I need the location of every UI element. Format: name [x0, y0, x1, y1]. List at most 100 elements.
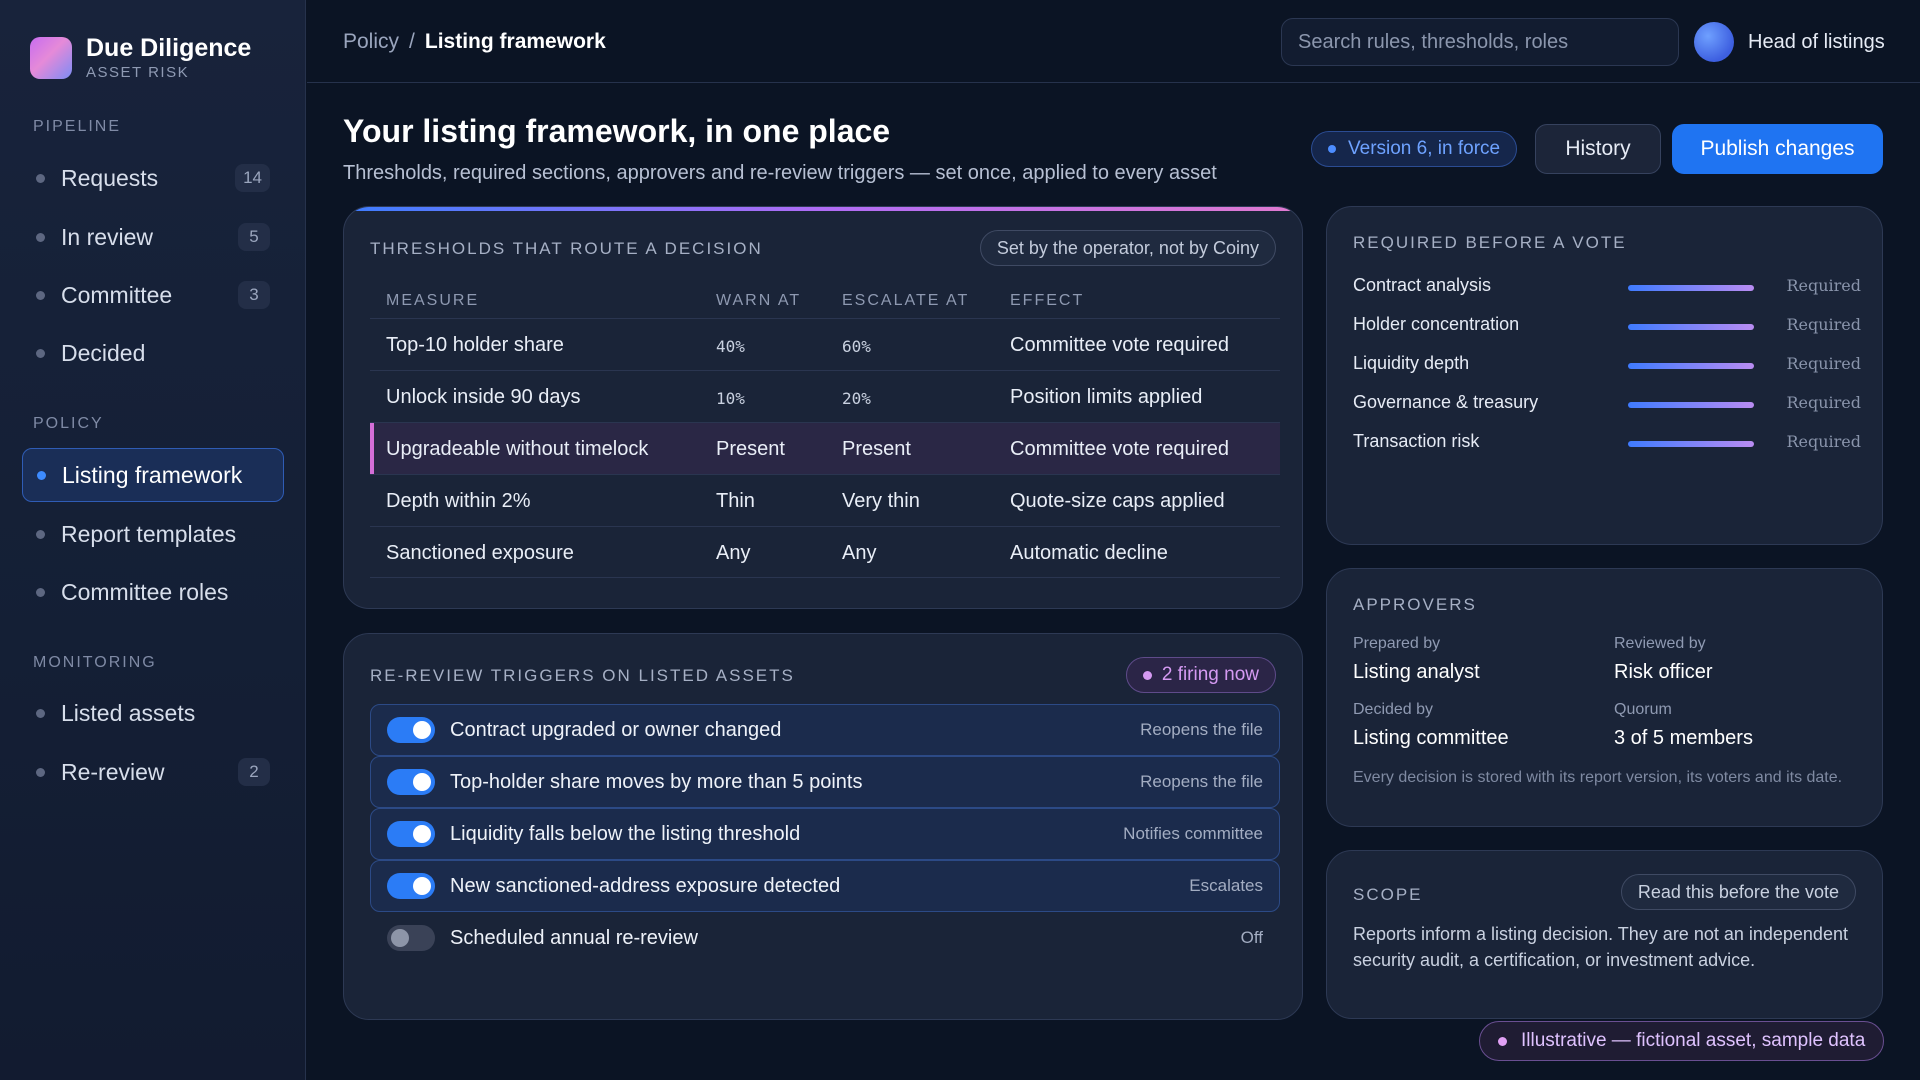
- cell-escalate: Any: [842, 542, 877, 564]
- toggle-knob: [413, 825, 431, 843]
- triggers-card: RE-REVIEW TRIGGERS ON LISTED ASSETS 2 fi…: [343, 633, 1303, 1020]
- breadcrumb-separator: /: [409, 30, 415, 53]
- read-before-vote-button[interactable]: Read this before the vote: [1620, 874, 1856, 910]
- trigger-toggle[interactable]: [387, 769, 435, 795]
- trigger-item: New sanctioned-address exposure detected…: [370, 860, 1280, 912]
- version-badge: Version 6, in force: [1311, 131, 1518, 167]
- page-title: Your listing framework, in one place: [343, 113, 891, 149]
- count-badge: 14: [235, 164, 270, 192]
- sidebar-item-requests[interactable]: Requests 14: [22, 151, 284, 205]
- sidebar-item-listing-framework[interactable]: Listing framework: [22, 448, 284, 502]
- brand[interactable]: Due Diligence ASSET RISK: [30, 34, 251, 82]
- cell-escalate: 20%: [842, 389, 871, 408]
- trigger-label: Contract upgraded or owner changed: [450, 718, 782, 741]
- approver-decided: Decided by Listing committee: [1353, 701, 1509, 750]
- cell-warn: Present: [716, 438, 785, 460]
- breadcrumb-parent[interactable]: Policy: [343, 30, 399, 53]
- table-row[interactable]: Unlock inside 90 days 10% 20% Position l…: [370, 370, 1280, 422]
- version-label: Version 6, in force: [1348, 138, 1501, 159]
- cell-measure: Unlock inside 90 days: [386, 386, 581, 408]
- scope-card: SCOPE Read this before the vote Reports …: [1326, 850, 1883, 1019]
- approvers-heading: APPROVERS: [1353, 595, 1477, 614]
- count-badge: 5: [238, 223, 270, 251]
- cell-measure: Upgradeable without timelock: [386, 438, 649, 460]
- user-menu[interactable]: Head of listings: [1694, 22, 1885, 62]
- publish-changes-button[interactable]: Publish changes: [1672, 124, 1883, 174]
- nav-section-pipeline: PIPELINE: [33, 118, 122, 135]
- trigger-toggle[interactable]: [387, 925, 435, 951]
- required-bar: [1628, 441, 1754, 447]
- bullet-icon: [36, 348, 45, 358]
- avatar: [1694, 22, 1734, 62]
- user-name: Head of listings: [1748, 30, 1885, 53]
- sidebar-item-report-templates[interactable]: Report templates: [22, 507, 284, 561]
- table-row[interactable]: Top-10 holder share 40% 60% Committee vo…: [370, 318, 1280, 370]
- trigger-effect: Reopens the file: [1140, 772, 1263, 791]
- required-bar: [1628, 363, 1754, 369]
- approver-role-label: Prepared by: [1353, 635, 1441, 652]
- table-row-highlighted[interactable]: Upgradeable without timelock Present Pre…: [370, 422, 1280, 474]
- brand-logo: [30, 37, 72, 79]
- trigger-label: New sanctioned-address exposure detected: [450, 874, 841, 897]
- required-label: Transaction risk: [1353, 431, 1480, 451]
- topbar: Policy / Listing framework Head of listing…: [307, 0, 1920, 83]
- trigger-toggle[interactable]: [387, 821, 435, 847]
- trigger-effect: Notifies committee: [1123, 824, 1263, 843]
- column-header-measure: MEASURE: [386, 292, 480, 309]
- trigger-toggle[interactable]: [387, 717, 435, 743]
- sidebar-item-committee[interactable]: Committee 3: [22, 268, 284, 322]
- sidebar-item-in-review[interactable]: In review 5: [22, 210, 284, 264]
- trigger-list: Contract upgraded or owner changed Reope…: [370, 704, 1280, 964]
- approver-value: Listing committee: [1353, 727, 1509, 749]
- sidebar-item-label: Decided: [61, 339, 146, 366]
- trigger-effect: Escalates: [1189, 876, 1263, 895]
- sidebar-item-label: Requests: [61, 164, 159, 191]
- column-header-effect: EFFECT: [1010, 292, 1085, 309]
- trigger-label: Scheduled annual re-review: [450, 926, 698, 949]
- cell-measure: Top-10 holder share: [386, 334, 564, 356]
- thresholds-table: Top-10 holder share 40% 60% Committee vo…: [370, 318, 1280, 578]
- required-label: Holder concentration: [1353, 314, 1520, 334]
- cell-effect: Position limits applied: [1010, 386, 1203, 408]
- sidebar-item-label: Re-review: [61, 758, 165, 785]
- table-row[interactable]: Sanctioned exposure Any Any Automatic de…: [370, 526, 1280, 578]
- sidebar-item-re-review[interactable]: Re-review 2: [22, 745, 284, 799]
- approver-value: Risk officer: [1614, 661, 1713, 683]
- cell-warn: 40%: [716, 337, 745, 356]
- approvers-note: Every decision is stored with its report…: [1353, 769, 1843, 786]
- trigger-label: Top-holder share moves by more than 5 po…: [450, 770, 863, 793]
- approver-value: Listing analyst: [1353, 661, 1480, 683]
- column-header-warn: WARN AT: [716, 292, 802, 309]
- trigger-toggle[interactable]: [387, 873, 435, 899]
- operator-note-badge: Set by the operator, not by Coiny: [979, 230, 1276, 266]
- history-button[interactable]: History: [1535, 124, 1661, 174]
- search-input[interactable]: [1281, 18, 1679, 66]
- sidebar-item-committee-roles[interactable]: Committee roles: [22, 565, 284, 619]
- cell-effect: Committee vote required: [1010, 438, 1229, 460]
- required-label: Governance & treasury: [1353, 392, 1539, 412]
- sidebar-item-decided[interactable]: Decided: [22, 326, 284, 380]
- nav-section-policy: POLICY: [33, 415, 104, 432]
- bullet-icon: [36, 529, 45, 539]
- cell-effect: Quote-size caps applied: [1010, 490, 1225, 512]
- cell-warn: Any: [716, 542, 751, 564]
- approver-value: 3 of 5 members: [1614, 727, 1753, 749]
- scope-heading: SCOPE: [1353, 885, 1423, 904]
- sidebar-item-listed-assets[interactable]: Listed assets: [22, 686, 284, 740]
- bullet-icon: [37, 470, 46, 480]
- approvers-card: APPROVERS Prepared by Listing analyst Re…: [1326, 568, 1883, 827]
- cell-escalate: Present: [842, 438, 911, 460]
- approver-role-label: Decided by: [1353, 701, 1434, 718]
- trigger-label: Liquidity falls below the listing thresh…: [450, 822, 801, 845]
- list-item: Contract analysis Required: [1353, 269, 1861, 308]
- trigger-item: Contract upgraded or owner changed Reope…: [370, 704, 1280, 756]
- sidebar-item-label: Committee: [61, 281, 173, 308]
- list-item: Liquidity depth Required: [1353, 347, 1861, 386]
- firing-count-label: 2 firing now: [1161, 664, 1259, 685]
- bullet-icon: [36, 767, 45, 777]
- sidebar-item-label: Listing framework: [62, 461, 243, 488]
- table-row[interactable]: Depth within 2% Thin Very thin Quote-siz…: [370, 474, 1280, 526]
- required-status: Required: [1786, 276, 1861, 295]
- approver-role-label: Quorum: [1614, 701, 1672, 718]
- cell-escalate: Very thin: [842, 490, 920, 512]
